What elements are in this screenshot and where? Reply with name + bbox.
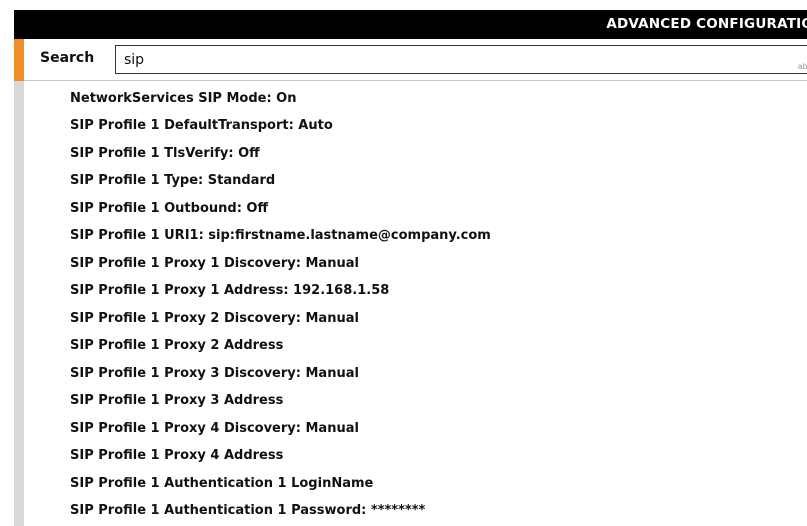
search-input[interactable] <box>116 46 807 73</box>
left-margin <box>0 10 14 526</box>
result-item[interactable]: SIP Profile 1 Outbound: Off <box>70 199 268 219</box>
left-gutter <box>14 39 24 526</box>
result-item[interactable]: SIP Profile 1 Proxy 4 Discovery: Manual <box>70 419 359 439</box>
result-item[interactable]: SIP Profile 1 Proxy 2 Address <box>70 336 283 356</box>
title-bar: ADVANCED CONFIGURATIO <box>14 10 807 39</box>
search-accent-bar <box>14 39 24 81</box>
result-item[interactable]: SIP Profile 1 Proxy 4 Address <box>70 446 283 466</box>
result-item[interactable]: SIP Profile 1 Authentication 1 Password:… <box>70 501 425 521</box>
search-field[interactable]: abc <box>115 45 807 74</box>
result-item[interactable]: SIP Profile 1 URI1: sip:firstname.lastna… <box>70 226 491 246</box>
search-row: Search abc <box>24 39 807 81</box>
search-results-list: NetworkServices SIP Mode: On SIP Profile… <box>24 82 807 526</box>
result-item[interactable]: SIP Profile 1 Proxy 2 Discovery: Manual <box>70 309 359 329</box>
result-item[interactable]: SIP Profile 1 Proxy 1 Address: 192.168.1… <box>70 281 389 301</box>
top-strip <box>0 0 807 10</box>
advanced-configuration-screen: ADVANCED CONFIGURATIO Search abc Network… <box>0 0 807 526</box>
result-item[interactable]: SIP Profile 1 TlsVerify: Off <box>70 144 260 164</box>
result-item[interactable]: NetworkServices SIP Mode: On <box>70 89 297 109</box>
search-label: Search <box>40 50 95 66</box>
result-item[interactable]: SIP Profile 1 DefaultTransport: Auto <box>70 116 333 136</box>
keyboard-mode-hint: abc <box>797 62 807 71</box>
result-item[interactable]: SIP Profile 1 Type: Standard <box>70 171 275 191</box>
page-title: ADVANCED CONFIGURATIO <box>606 16 807 32</box>
result-item[interactable]: SIP Profile 1 Proxy 3 Discovery: Manual <box>70 364 359 384</box>
result-item[interactable]: SIP Profile 1 Proxy 1 Discovery: Manual <box>70 254 359 274</box>
result-item[interactable]: SIP Profile 1 Authentication 1 LoginName <box>70 474 373 494</box>
result-item[interactable]: SIP Profile 1 Proxy 3 Address <box>70 391 283 411</box>
